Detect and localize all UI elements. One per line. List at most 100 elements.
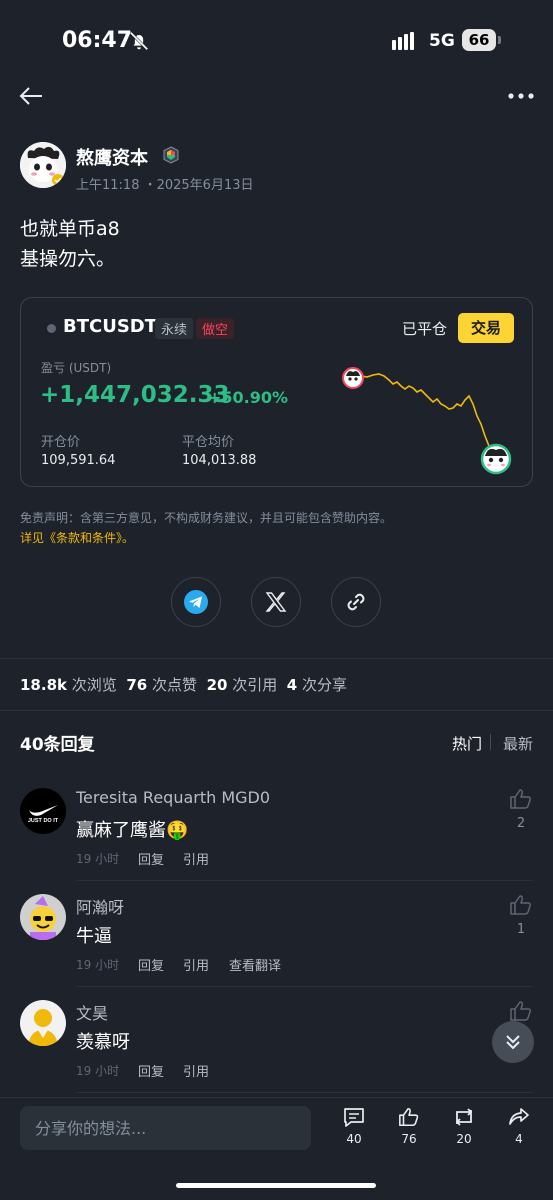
repost-icon	[455, 1108, 473, 1126]
open-price-value: 109,591.64	[41, 453, 116, 468]
thumbs-up-icon[interactable]	[509, 788, 533, 810]
author-name[interactable]: 熬鹰资本	[76, 144, 148, 170]
share-count: 4	[515, 1132, 523, 1146]
network-type: 5G	[429, 31, 455, 51]
reply-button[interactable]: 回复	[138, 849, 164, 868]
double-chevron-down-icon	[506, 1035, 520, 1050]
like-count: 76	[401, 1132, 417, 1146]
sort-latest-tab[interactable]: 最新	[503, 733, 533, 754]
close-price-value: 104,013.88	[182, 453, 257, 468]
divider	[0, 658, 553, 659]
entry-avatar	[342, 367, 364, 389]
telegram-icon	[184, 590, 208, 614]
repost-action[interactable]: 20	[446, 1106, 482, 1146]
avatar-logo-text: JUST DO IT	[28, 818, 59, 824]
quote-button[interactable]: 引用	[183, 1061, 209, 1080]
status-dot	[47, 324, 56, 333]
trade-button[interactable]: 交易	[458, 313, 514, 343]
likes-label: 次点赞	[152, 676, 198, 694]
more-options-icon[interactable]	[506, 86, 536, 106]
comment-like-count: 2	[516, 816, 526, 831]
comment-item: JUST DO IT Teresita Requarth MGD0 赢麻了鹰酱🤑…	[0, 788, 553, 894]
shares-label: 次分享	[302, 676, 348, 694]
comment-input[interactable]	[20, 1106, 311, 1150]
battery-tip	[498, 36, 501, 44]
post-body-line: 也就单币a8	[20, 218, 120, 240]
post-stats: 18.8k 次浏览 76 次点赞 20 次引用 4 次分享	[20, 674, 347, 695]
divider	[0, 710, 553, 711]
close-price-label: 平仓均价	[182, 435, 235, 450]
comment-time: 19 小时	[76, 958, 120, 972]
like-action[interactable]: 76	[391, 1106, 427, 1146]
repost-count: 20	[456, 1132, 472, 1146]
quotes-count: 20	[206, 676, 228, 694]
thumbs-up-icon[interactable]	[509, 894, 533, 916]
comment-icon	[344, 1108, 364, 1127]
disclaimer-text: 免责声明：含第三方意见，不构成财务建议，并且可能包含赞助内容。	[20, 511, 393, 525]
trade-card[interactable]: BTCUSDT 永续 做空 已平仓 交易 盈亏 (USDT) +1,447,03…	[20, 297, 533, 487]
views-count: 18.8k	[20, 676, 67, 694]
comment-time: 19 小时	[76, 1064, 120, 1078]
open-price-label: 开仓价	[41, 435, 81, 450]
terms-link[interactable]: 详见《条款和条件》。	[20, 529, 134, 546]
comment-author[interactable]: Teresita Requarth MGD0	[76, 788, 270, 807]
comment-action[interactable]: 40	[336, 1106, 372, 1146]
share-x-button[interactable]	[251, 577, 301, 627]
comment-avatar[interactable]	[20, 894, 66, 940]
post-body-line: 基操勿六。	[20, 248, 116, 270]
position-status: 已平仓	[402, 320, 448, 338]
battery-level: 66	[462, 29, 496, 51]
reply-button[interactable]: 回复	[138, 1061, 164, 1080]
trade-symbol: BTCUSDT	[63, 316, 158, 337]
author-avatar[interactable]	[20, 142, 66, 188]
comment-author[interactable]: 文昊	[76, 1000, 108, 1024]
comment-text: 羡慕呀	[76, 1032, 130, 1053]
back-arrow-icon[interactable]	[18, 84, 46, 108]
comment-avatar[interactable]	[20, 1000, 66, 1046]
bell-muted-icon	[129, 31, 149, 51]
comment-like-count: 1	[516, 922, 526, 937]
pnl-percent: +50.90%	[208, 388, 289, 407]
comment-avatar[interactable]: JUST DO IT	[20, 788, 66, 834]
post-timestamp: 上午11:18 ・2025年6月13日	[76, 178, 254, 193]
shares-count: 4	[286, 676, 298, 694]
price-sparkline	[342, 367, 512, 475]
bottom-action-bar: 40 76 20 4	[0, 1097, 553, 1200]
status-bar: 06:47 5G 66	[0, 0, 553, 80]
translate-button[interactable]: 查看翻译	[229, 955, 281, 974]
verified-badge-icon	[163, 146, 179, 164]
exit-avatar	[480, 443, 512, 475]
views-label: 次浏览	[71, 676, 117, 694]
comment-text: 牛逼	[76, 926, 112, 947]
thumbs-up-icon	[399, 1107, 419, 1127]
reply-button[interactable]: 回复	[138, 955, 164, 974]
comment-count: 40	[346, 1132, 362, 1146]
likes-count: 76	[126, 676, 148, 694]
quote-button[interactable]: 引用	[183, 849, 209, 868]
link-icon	[347, 593, 365, 611]
thumbs-up-icon[interactable]	[509, 1000, 533, 1022]
comment-separator	[76, 880, 533, 881]
quote-button[interactable]: 引用	[183, 955, 209, 974]
comment-time: 19 小时	[76, 852, 120, 866]
share-telegram-button[interactable]	[171, 577, 221, 627]
status-time: 06:47	[62, 28, 133, 53]
comment-item: 阿瀚呀 牛逼 19 小时 回复 引用 查看翻译 1	[0, 894, 553, 1000]
share-link-button[interactable]	[331, 577, 381, 627]
comment-separator	[76, 1092, 533, 1093]
share-action[interactable]: 4	[501, 1106, 537, 1146]
price-line	[352, 373, 496, 459]
pnl-value: +1,447,032.33	[40, 382, 230, 408]
pnl-label: 盈亏 (USDT)	[41, 361, 112, 375]
share-arrow-icon	[509, 1108, 529, 1125]
replies-title: 40条回复	[20, 735, 95, 755]
scroll-down-button[interactable]	[492, 1021, 534, 1063]
x-icon	[265, 592, 287, 612]
comment-text: 赢麻了鹰酱🤑	[76, 820, 189, 841]
quotes-label: 次引用	[232, 676, 278, 694]
signal-icon	[392, 32, 414, 50]
sort-hot-tab[interactable]: 热门	[452, 733, 482, 754]
post-body: 也就单币a8 基操勿六。	[20, 214, 120, 274]
comment-author[interactable]: 阿瀚呀	[76, 894, 124, 918]
perpetual-tag: 永续	[155, 318, 194, 339]
